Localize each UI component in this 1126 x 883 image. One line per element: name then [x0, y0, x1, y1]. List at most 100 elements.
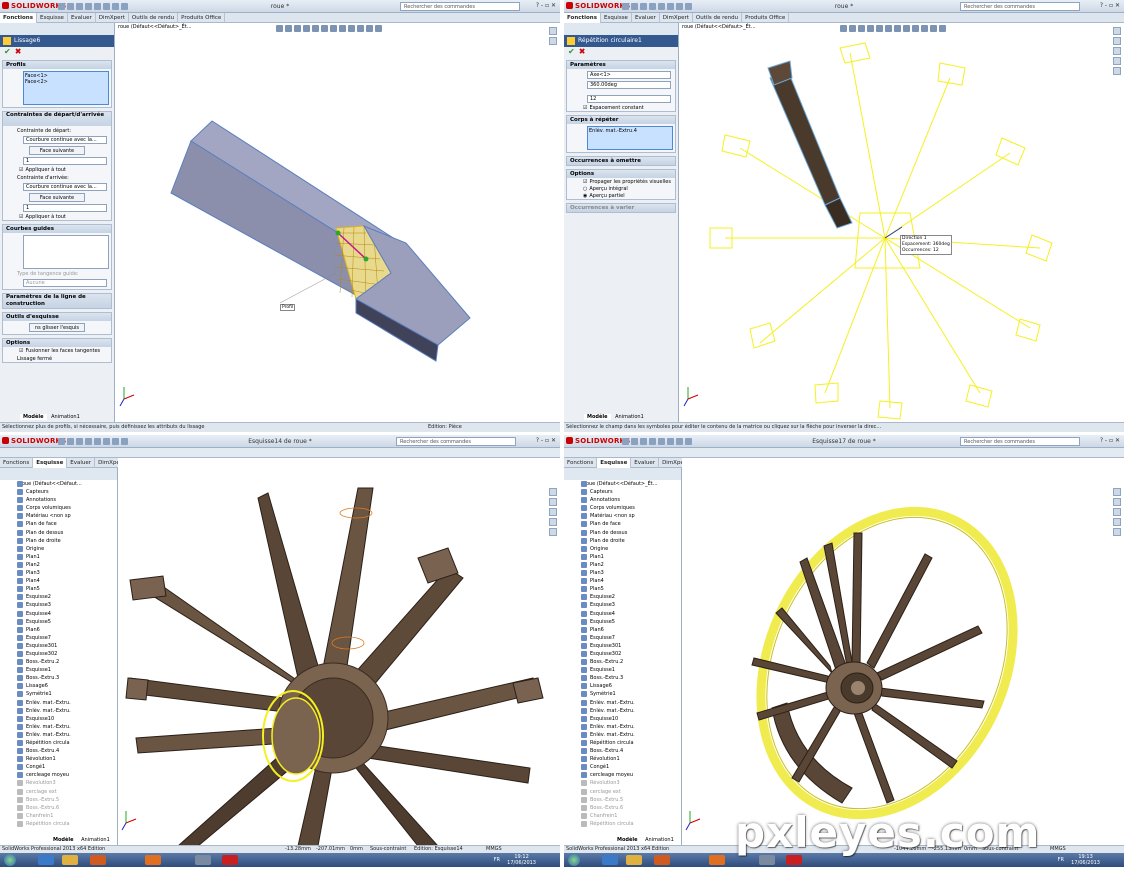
tree-item[interactable]: cercleage moyeu	[0, 771, 117, 779]
apply-all-checkbox[interactable]: Appliquer à tout	[19, 167, 111, 173]
angle-field[interactable]: 360.00deg	[587, 81, 671, 89]
tree-item[interactable]: Révolution1	[0, 755, 117, 763]
tree-item[interactable]: Enlèv. mat.-Extru.	[564, 723, 681, 731]
manager-icons[interactable]	[0, 23, 114, 35]
tree-item[interactable]: cerclage ext	[0, 788, 117, 796]
explorer-icon[interactable]	[626, 855, 642, 865]
tab-produits-office[interactable]: Produits Office	[742, 13, 790, 23]
tree-item[interactable]: Révolution3	[0, 779, 117, 787]
group-header[interactable]: Options	[567, 170, 675, 178]
ie-icon[interactable]	[602, 855, 618, 865]
tree-item[interactable]: Esquisse302	[564, 650, 681, 658]
tree-item[interactable]: Esquisse302	[0, 650, 117, 658]
tree-item[interactable]: Plan de dessus	[0, 529, 117, 537]
tree-item[interactable]: Esquisse5	[0, 618, 117, 626]
axis-field[interactable]: Axe<1>	[587, 71, 671, 79]
cancel-button[interactable]: ✖	[579, 47, 586, 56]
tree-item[interactable]: Boss.-Extru.3	[0, 674, 117, 682]
list-item[interactable]: Enlèv. mat.-Extru.4	[589, 128, 671, 134]
equal-spacing-checkbox[interactable]: Espacement constant	[583, 105, 675, 111]
tree-item[interactable]: Boss.-Extru.4	[564, 747, 681, 755]
tab-fonctions[interactable]: Fonctions	[0, 458, 34, 468]
tree-item[interactable]: Plan5	[564, 585, 681, 593]
tree-item[interactable]: Plan1	[0, 553, 117, 561]
group-header[interactable]: Paramètres de la ligne de construction	[3, 294, 111, 308]
tab-evaluer[interactable]: Evaluer	[68, 13, 96, 23]
tree-item[interactable]: Enlèv. mat.-Extru.	[0, 731, 117, 739]
ok-button[interactable]: ✔	[568, 47, 575, 56]
tree-item[interactable]: Origine	[564, 545, 681, 553]
loft-model[interactable]	[116, 23, 560, 422]
tab-fonctions[interactable]: Fonctions	[0, 13, 37, 23]
tree-item[interactable]: Capteurs	[0, 488, 117, 496]
tree-item[interactable]: Annotations	[0, 496, 117, 504]
tree-item[interactable]: Esquisse10	[0, 715, 117, 723]
tab-esquisse[interactable]: Esquisse	[33, 458, 68, 468]
tree-item[interactable]: Esquisse5	[564, 618, 681, 626]
tab-outils-rendu[interactable]: Outils de rendu	[129, 13, 179, 23]
clock[interactable]: 19:12 17/06/2013	[507, 854, 536, 866]
tab-produits-office[interactable]: Produits Office	[178, 13, 226, 23]
media-icon[interactable]	[654, 855, 670, 865]
tree-item[interactable]: Plan6	[0, 626, 117, 634]
tree-item[interactable]: Esquisse2	[0, 593, 117, 601]
tree-item[interactable]: Révolution3	[564, 779, 681, 787]
manager-icons[interactable]	[564, 468, 681, 480]
manager-icons[interactable]	[564, 23, 678, 35]
profil-callout[interactable]: Profil	[280, 304, 296, 311]
media-icon[interactable]	[90, 855, 106, 865]
tree-item[interactable]: Plan1	[564, 553, 681, 561]
tree-item[interactable]: Plan3	[0, 569, 117, 577]
tree-item[interactable]: Symétrie1	[564, 690, 681, 698]
tree-item[interactable]: Chanfrein1	[564, 812, 681, 820]
tree-item[interactable]: Enlèv. mat.-Extru.	[0, 707, 117, 715]
propagate-checkbox[interactable]: Propager les propriétés visuelles	[583, 179, 675, 185]
tree-item[interactable]: Esquisse2	[564, 593, 681, 601]
window-controls[interactable]: ? - ▫ ✕	[1100, 2, 1120, 9]
search-input[interactable]: Rechercher des commandes	[400, 2, 520, 11]
tree-item[interactable]: Capteurs	[564, 488, 681, 496]
tree-item[interactable]: Lissage6	[564, 682, 681, 690]
tree-item[interactable]: Répétition circula	[0, 739, 117, 747]
tree-item[interactable]: Plan5	[0, 585, 117, 593]
tangence-select[interactable]: Aucune	[23, 279, 107, 287]
graphics-area[interactable]	[118, 458, 560, 845]
search-input[interactable]: Rechercher des commandes	[960, 2, 1080, 11]
tab-esquisse[interactable]: Esquisse	[37, 13, 68, 23]
list-item[interactable]: Face<2>	[25, 79, 107, 85]
tab-modele[interactable]: Modèle	[584, 414, 611, 420]
guides-list[interactable]	[23, 235, 109, 269]
cancel-button[interactable]: ✖	[15, 47, 22, 56]
language-indicator[interactable]: FR	[494, 857, 500, 863]
tree-item[interactable]: Enlèv. mat.-Extru.	[564, 731, 681, 739]
tree-item[interactable]: Esquisse1	[0, 666, 117, 674]
tab-esquisse[interactable]: Esquisse	[601, 13, 632, 23]
tab-animation[interactable]: Animation1	[642, 837, 677, 843]
search-input[interactable]: Rechercher des commandes	[960, 437, 1080, 446]
tree-item[interactable]: Esquisse4	[0, 610, 117, 618]
solidworks-taskbar-icon[interactable]	[222, 855, 238, 865]
language-indicator[interactable]: FR	[1058, 857, 1064, 863]
tree-item[interactable]: Origine	[0, 545, 117, 553]
depart-select[interactable]: Courbure continue avec la...	[23, 136, 107, 144]
tree-root[interactable]: roue (Défaut<<Défaut...	[0, 480, 117, 488]
profiles-list[interactable]: Face<1> Face<2>	[23, 71, 109, 105]
tree-item[interactable]: Plan6	[564, 626, 681, 634]
tree-item[interactable]: Corps volumiques	[0, 504, 117, 512]
graphics-area[interactable]: roue (Défaut<<Défaut>_Ét... Direction 1 …	[680, 23, 1124, 422]
drag-sketch-button[interactable]: ns glisser l'esquis	[29, 323, 85, 332]
group-header[interactable]: Paramètres	[567, 61, 675, 69]
tree-item[interactable]: Congé1	[0, 763, 117, 771]
group-header[interactable]: Options	[3, 339, 111, 347]
group-header[interactable]: Occurrences à varier	[567, 204, 675, 212]
arrivee-length[interactable]: 1	[23, 204, 107, 212]
tree-item[interactable]: Plan4	[564, 577, 681, 585]
tree-item[interactable]: Boss.-Extru.6	[0, 804, 117, 812]
sketch-toolbar[interactable]	[564, 448, 1124, 458]
bodies-list[interactable]: Enlèv. mat.-Extru.4	[587, 126, 673, 150]
start-button[interactable]	[568, 854, 580, 866]
tree-item[interactable]: Plan de droite	[564, 537, 681, 545]
start-button[interactable]	[4, 854, 16, 866]
tab-modele[interactable]: Modèle	[50, 837, 77, 843]
tree-item[interactable]: Boss.-Extru.2	[564, 658, 681, 666]
